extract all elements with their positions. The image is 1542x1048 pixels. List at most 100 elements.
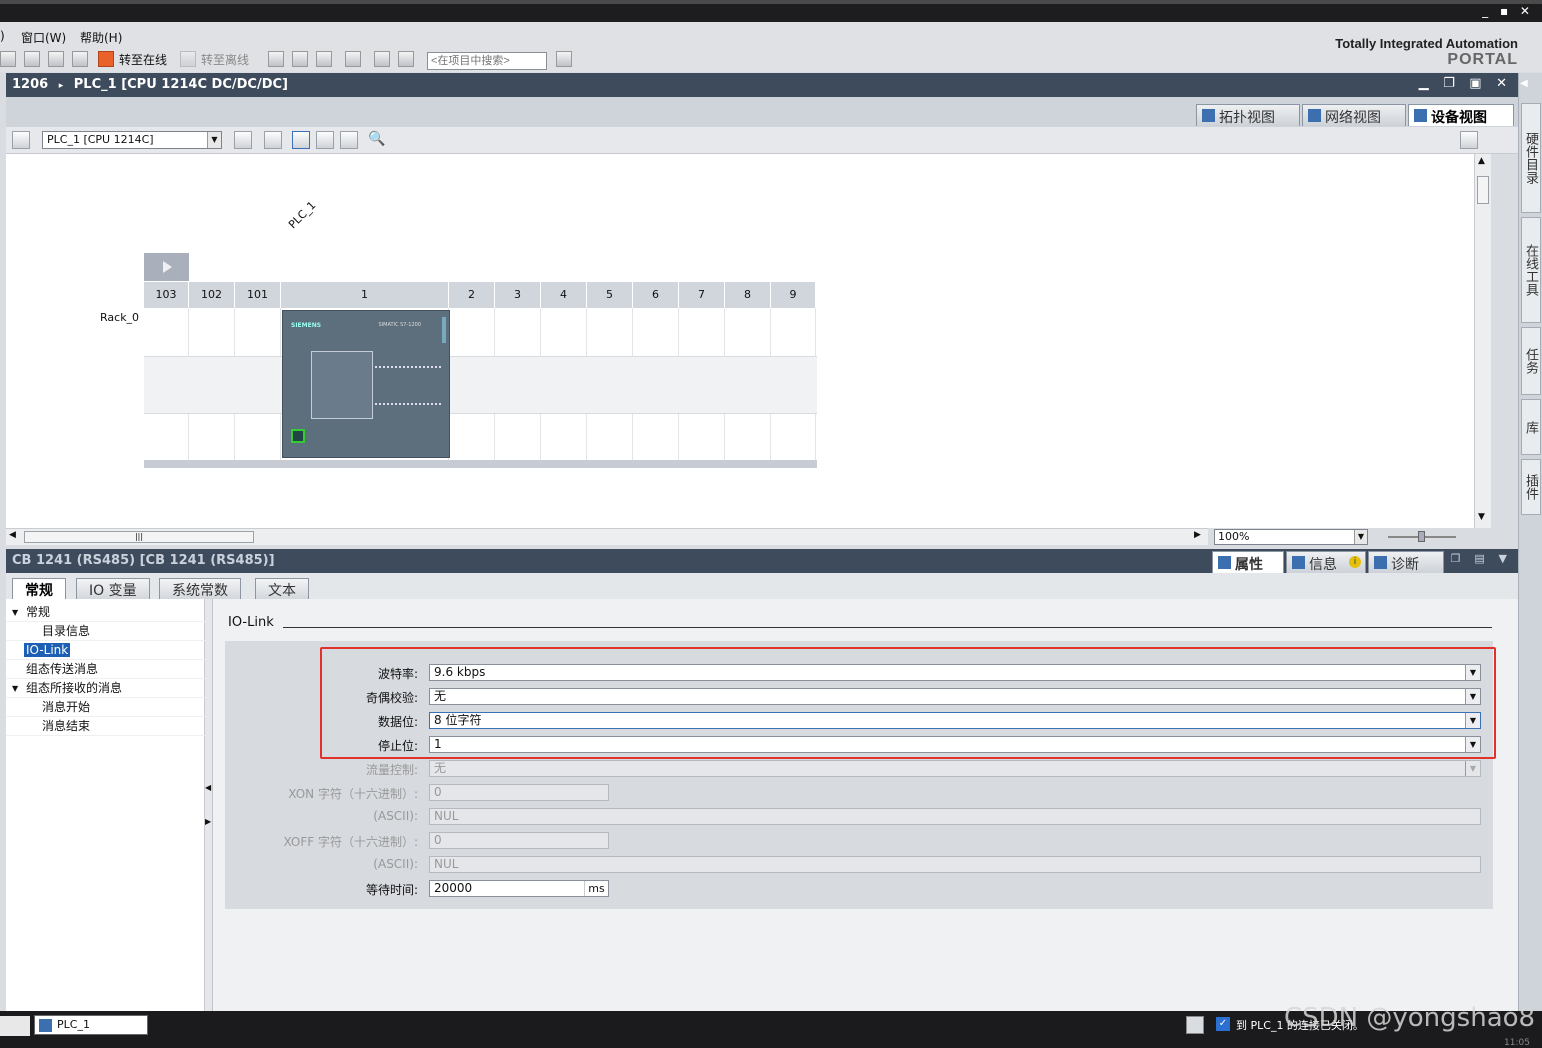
device-overview-icon[interactable] <box>12 131 30 149</box>
zoom-slider-knob[interactable] <box>1418 531 1425 542</box>
stop-cpu-icon[interactable] <box>316 51 332 67</box>
menu-item-window[interactable]: 窗口(W) <box>21 29 66 46</box>
slot-header-103: 103 <box>144 282 189 308</box>
breadcrumb-root[interactable]: 1206 <box>12 77 48 92</box>
zoom-select[interactable]: 100% ▼ <box>1214 529 1368 545</box>
rack-expand-button[interactable] <box>144 253 189 281</box>
go-offline-button[interactable]: 转至离线 <box>201 51 249 68</box>
io-leds <box>375 366 441 369</box>
start-cpu-icon[interactable] <box>292 51 308 67</box>
taskbar-item-label: PLC_1 <box>57 1018 90 1031</box>
tab-diagnostics[interactable]: 诊断 <box>1368 551 1444 573</box>
dock-tab-online-tools[interactable]: 在线工具 <box>1521 217 1541 323</box>
grid-icon[interactable] <box>316 131 334 149</box>
tree-item-general[interactable]: ▼ 常规 <box>6 603 205 622</box>
taskbar-item-plc[interactable]: PLC_1 <box>34 1015 148 1035</box>
dock-collapse-icon[interactable]: ◀ <box>1520 78 1528 89</box>
tab-topology-view[interactable]: 拓扑视图 <box>1196 104 1300 126</box>
cb1241-board[interactable] <box>311 351 373 419</box>
cpu-module[interactable]: SIEMENS SIMATIC S7-1200 <box>282 310 450 458</box>
xoff-ascii-label: (ASCII): <box>373 857 418 871</box>
go-offline-icon[interactable] <box>180 51 196 67</box>
cpu-brand: SIEMENS <box>291 322 322 329</box>
ethernet-port-icon[interactable] <box>291 429 305 443</box>
rt-icon[interactable] <box>72 51 88 67</box>
splitter-right-icon[interactable]: ▶ <box>205 817 211 826</box>
go-online-button[interactable]: 转至在线 <box>119 51 167 68</box>
window-controls[interactable]: _ ▪ ✕ <box>1482 4 1534 18</box>
rack-label: Rack_0 <box>100 311 140 324</box>
project-search-input[interactable] <box>427 52 547 70</box>
task-cards-dock: 硬件目录 在线工具 任务 库 插件 <box>1518 73 1542 1013</box>
tab-network-view[interactable]: 网络视图 <box>1302 104 1406 126</box>
close-icon[interactable] <box>345 51 361 67</box>
device-select[interactable]: PLC_1 [CPU 1214C] ▼ <box>42 131 222 149</box>
subtab-system-constants[interactable]: 系统常数 <box>159 578 241 599</box>
device-select-value: PLC_1 [CPU 1214C] <box>47 133 154 146</box>
tree-item-message-start[interactable]: 消息开始 <box>6 698 205 717</box>
device-view-toolbar: PLC_1 [CPU 1214C] ▼ 🔍 <box>6 127 1518 154</box>
menu-item-help[interactable]: 帮助(H) <box>80 29 122 46</box>
slot-header-5: 5 <box>587 282 633 308</box>
canvas-horizontal-scrollbar[interactable]: ◀ ||| ▶ <box>6 528 1208 545</box>
tab-device-view[interactable]: 设备视图 <box>1408 104 1514 126</box>
compile-icon[interactable] <box>48 51 64 67</box>
horizontal-scroll-thumb[interactable]: ||| <box>24 531 254 543</box>
search-icon[interactable] <box>556 51 572 67</box>
accessible-devices-icon[interactable] <box>268 51 284 67</box>
graphic-view-icon[interactable] <box>292 131 310 149</box>
collapse-icon[interactable]: ▼ <box>12 603 18 622</box>
inspector-window-controls[interactable]: ❐ ▤ ▼ <box>1451 552 1512 565</box>
tree-item-transmit-config[interactable]: 组态传送消息 <box>6 660 205 679</box>
breadcrumb-item[interactable]: PLC_1 [CPU 1214C DC/DC/DC] <box>74 77 288 92</box>
split-horizontal-icon[interactable] <box>374 51 390 67</box>
overview-panel-icon[interactable] <box>1460 131 1478 149</box>
tree-item-io-link[interactable]: IO-Link <box>6 641 205 660</box>
editor-window-controls[interactable]: ▁ ❐ ▣ ✕ <box>1419 76 1512 91</box>
dock-tab-tasks[interactable]: 任务 <box>1521 327 1541 395</box>
inspector-subtabs: 常规 IO 变量 系统常数 文本 <box>6 573 1518 599</box>
view-tab-strip: 拓扑视图 网络视图 设备视图 <box>6 97 1518 127</box>
tree-item-catalog-info[interactable]: 目录信息 <box>6 622 205 641</box>
upload-icon[interactable] <box>24 51 40 67</box>
tree-item-label-selected: IO-Link <box>22 642 72 658</box>
subtab-general[interactable]: 常规 <box>12 578 66 599</box>
portal-view-button[interactable] <box>0 1016 30 1036</box>
show-names-icon[interactable] <box>264 131 282 149</box>
canvas-vertical-scrollbar[interactable]: ▲ ▼ <box>1474 154 1491 528</box>
tab-properties[interactable]: 属性 <box>1212 551 1284 573</box>
splitter-left-icon[interactable]: ◀ <box>205 783 211 792</box>
dock-tab-hardware-catalog[interactable]: 硬件目录 <box>1521 103 1541 213</box>
subtab-io-tags[interactable]: IO 变量 <box>76 578 150 599</box>
collapse-icon[interactable]: ▼ <box>12 679 18 698</box>
wait-time-field[interactable]: 20000 ms <box>429 880 609 897</box>
wait-time-label: 等待时间: <box>365 883 418 897</box>
split-vertical-icon[interactable] <box>398 51 414 67</box>
page-break-icon[interactable] <box>340 131 358 149</box>
chevron-down-icon[interactable]: ▼ <box>1354 530 1367 544</box>
connection-status-icon[interactable] <box>1186 1016 1204 1034</box>
download-icon[interactable] <box>0 51 16 67</box>
panel-splitter[interactable]: ◀ ▶ <box>205 599 213 1011</box>
scroll-up-icon[interactable]: ▲ <box>1478 156 1485 166</box>
dock-tab-addins[interactable]: 插件 <box>1521 459 1541 515</box>
scroll-left-icon[interactable]: ◀ <box>9 530 16 540</box>
zoom-slider[interactable] <box>1388 531 1456 542</box>
xoff-hex-label: XOFF 字符（十六进制）: <box>283 835 418 849</box>
subtab-texts[interactable]: 文本 <box>255 578 309 599</box>
tree-item-receive-config[interactable]: ▼ 组态所接收的消息 <box>6 679 205 698</box>
scroll-right-icon[interactable]: ▶ <box>1194 530 1201 540</box>
tab-info[interactable]: 信息 i <box>1286 551 1366 573</box>
slot-header-8: 8 <box>725 282 771 308</box>
scroll-down-icon[interactable]: ▼ <box>1478 512 1485 522</box>
vertical-scroll-thumb[interactable] <box>1477 176 1489 204</box>
dock-tab-libraries[interactable]: 库 <box>1521 399 1541 455</box>
device-data-icon[interactable] <box>234 131 252 149</box>
chevron-down-icon[interactable]: ▼ <box>207 132 221 148</box>
menu-item-cut[interactable]: ) <box>0 29 5 43</box>
tab-diagnostics-label: 诊断 <box>1391 557 1419 573</box>
go-online-icon[interactable] <box>98 51 114 67</box>
tree-item-message-end[interactable]: 消息结束 <box>6 717 205 736</box>
diagnostics-icon <box>1374 556 1387 569</box>
zoom-icon[interactable]: 🔍 <box>368 131 386 149</box>
